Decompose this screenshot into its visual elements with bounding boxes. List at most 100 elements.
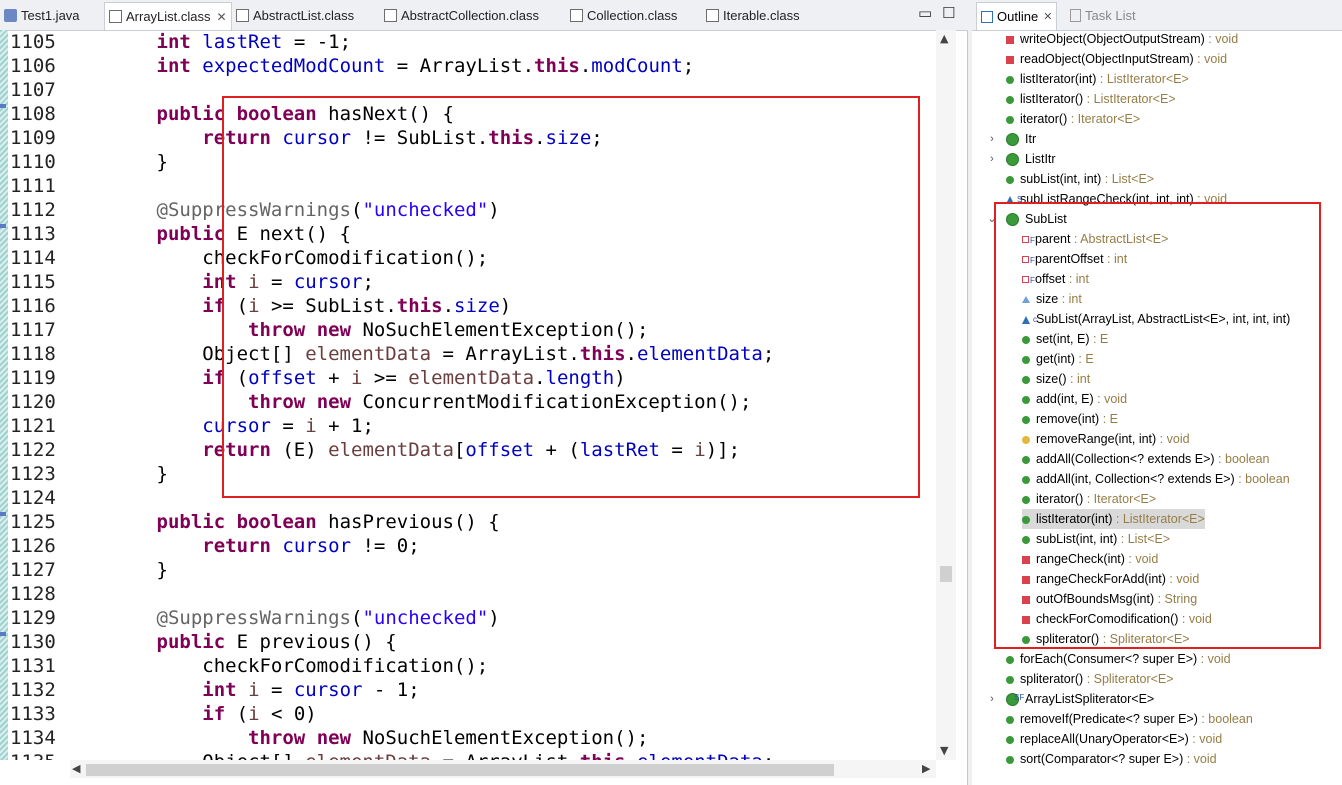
line-number: 1118 xyxy=(10,343,56,365)
editor-gutter xyxy=(0,30,8,760)
tab-label: Collection.class xyxy=(587,8,678,23)
vertical-scrollbar[interactable]: ▲ ▼ xyxy=(936,30,956,760)
code-line[interactable]: 1130 public E previous() { xyxy=(10,630,397,654)
class-file-icon xyxy=(384,9,397,22)
code-line[interactable]: 1106 int expectedModCount = ArrayList.th… xyxy=(10,54,694,78)
public-method-icon xyxy=(1006,75,1014,84)
outline-item[interactable]: replaceAll(UnaryOperator<E>) : void xyxy=(1006,729,1222,749)
public-method-icon xyxy=(1006,755,1014,764)
outline-item[interactable]: writeObject(ObjectOutputStream) : void xyxy=(1006,30,1238,49)
code-line[interactable]: 1132 int i = cursor - 1; xyxy=(10,678,420,702)
code-token: != 0; xyxy=(351,535,420,557)
outline-item[interactable]: sort(Comparator<? super E>) : void xyxy=(1006,749,1217,769)
outline-item[interactable]: listIterator() : ListIterator<E> xyxy=(1006,89,1176,109)
code-token: ) xyxy=(488,607,500,629)
line-number: 1107 xyxy=(10,79,56,101)
tab-iterable-class[interactable]: Iterable.class xyxy=(702,2,812,29)
outline-item[interactable]: spliterator() : Spliterator<E> xyxy=(1006,669,1174,689)
tab-arraylist-class[interactable]: ArrayList.class ✕ xyxy=(104,2,232,30)
scroll-down-arrow-icon[interactable]: ▼ xyxy=(940,744,948,757)
line-number: 1109 xyxy=(10,127,56,149)
expand-icon[interactable]: › xyxy=(986,689,998,709)
code-line[interactable]: 1127 } xyxy=(10,558,168,582)
outline-item[interactable]: › ListItr xyxy=(990,149,1056,169)
maximize-icon[interactable]: ☐ xyxy=(942,4,955,22)
class-icon xyxy=(1006,133,1019,147)
outline-item[interactable]: forEach(Consumer<? super E>) : void xyxy=(1006,649,1231,669)
highlight-box-iterator-methods xyxy=(222,96,920,498)
code-line[interactable]: 1134 throw new NoSuchElementException(); xyxy=(10,726,648,750)
line-number: 1116 xyxy=(10,295,56,317)
code-token: NoSuchElementException(); xyxy=(351,727,649,749)
code-line[interactable]: 1110 } xyxy=(10,150,168,174)
tab-abstractcollection-class[interactable]: AbstractCollection.class xyxy=(380,2,564,29)
code-line[interactable]: 1124 xyxy=(10,486,65,510)
code-line[interactable]: 1123 } xyxy=(10,462,168,486)
code-line[interactable]: 1135 Object[] elementData = ArrayList.th… xyxy=(10,750,774,760)
override-marker-icon xyxy=(0,632,6,636)
code-editor-pane[interactable]: Test1.java ArrayList.class ✕ AbstractList.c… xyxy=(0,0,968,785)
tab-abstractlist-class[interactable]: AbstractList.class xyxy=(232,2,378,29)
class-file-icon xyxy=(706,9,719,22)
outline-item-type: : boolean xyxy=(1197,712,1253,726)
expand-icon[interactable]: › xyxy=(986,149,998,169)
tab-task-list[interactable]: Task List xyxy=(1070,2,1136,29)
tab-outline[interactable]: Outline ✕ xyxy=(976,2,1058,30)
close-icon[interactable]: ✕ xyxy=(217,10,227,24)
outline-item-type: : void xyxy=(1197,652,1231,666)
code-line[interactable]: 1107 xyxy=(10,78,65,102)
code-line[interactable]: 1105 int lastRet = -1; xyxy=(10,30,351,54)
line-number: 1123 xyxy=(10,463,56,485)
code-token: ; xyxy=(763,751,774,760)
code-line[interactable]: 1125 public boolean hasPrevious() { xyxy=(10,510,500,534)
class-icon xyxy=(1006,153,1019,167)
code-line[interactable]: 1131 checkForComodification(); xyxy=(10,654,488,678)
public-method-icon xyxy=(1006,175,1014,184)
tab-test1-java[interactable]: Test1.java xyxy=(0,2,100,29)
outline-item[interactable]: subList(int, int) : List<E> xyxy=(1006,169,1154,189)
outline-item[interactable]: › Itr xyxy=(990,129,1036,149)
code-token: new xyxy=(316,727,352,749)
close-icon[interactable]: ✕ xyxy=(1043,10,1052,23)
line-number: 1131 xyxy=(10,655,56,677)
public-method-icon xyxy=(1006,735,1014,744)
outline-item-name: listIterator() xyxy=(1020,92,1084,106)
line-number: 1120 xyxy=(10,391,56,413)
code-token: int xyxy=(156,31,191,53)
outline-item[interactable]: iterator() : Iterator<E> xyxy=(1006,109,1140,129)
scroll-left-arrow-icon[interactable]: ◀ xyxy=(72,762,80,775)
scroll-up-arrow-icon[interactable]: ▲ xyxy=(940,32,948,45)
outline-item-type: : void xyxy=(1204,32,1239,46)
code-token: i xyxy=(248,679,260,701)
expand-icon[interactable]: › xyxy=(986,129,998,149)
outline-item[interactable]: readObject(ObjectInputStream) : void xyxy=(1006,49,1227,69)
code-line[interactable]: 1133 if (i < 0) xyxy=(10,702,317,726)
scroll-right-arrow-icon[interactable]: ▶ xyxy=(922,762,930,775)
highlight-box-sublist xyxy=(994,202,1321,649)
vertical-scroll-thumb[interactable] xyxy=(940,566,952,582)
code-line[interactable]: 1126 return cursor != 0; xyxy=(10,534,420,558)
line-number: 1114 xyxy=(10,247,56,269)
tab-collection-class[interactable]: Collection.class xyxy=(566,2,700,29)
horizontal-scroll-thumb[interactable] xyxy=(86,764,834,776)
outline-item[interactable]: listIterator(int) : ListIterator<E> xyxy=(1006,69,1189,89)
code-line[interactable]: 1129 @SuppressWarnings("unchecked") xyxy=(10,606,500,630)
outline-item[interactable]: › SF ArrayListSpliterator<E> xyxy=(990,689,1155,709)
outline-item[interactable]: removeIf(Predicate<? super E>) : boolean xyxy=(1006,709,1253,729)
line-number: 1124 xyxy=(10,487,56,509)
code-line[interactable]: 1111 xyxy=(10,174,65,198)
horizontal-scrollbar[interactable]: ◀ ▶ xyxy=(70,760,936,778)
code-line[interactable]: 1128 xyxy=(10,582,65,606)
minimize-icon[interactable]: ▭ xyxy=(918,4,932,22)
outline-item-name: ArrayListSpliterator<E> xyxy=(1025,692,1155,706)
code-token: = -1; xyxy=(282,31,352,53)
